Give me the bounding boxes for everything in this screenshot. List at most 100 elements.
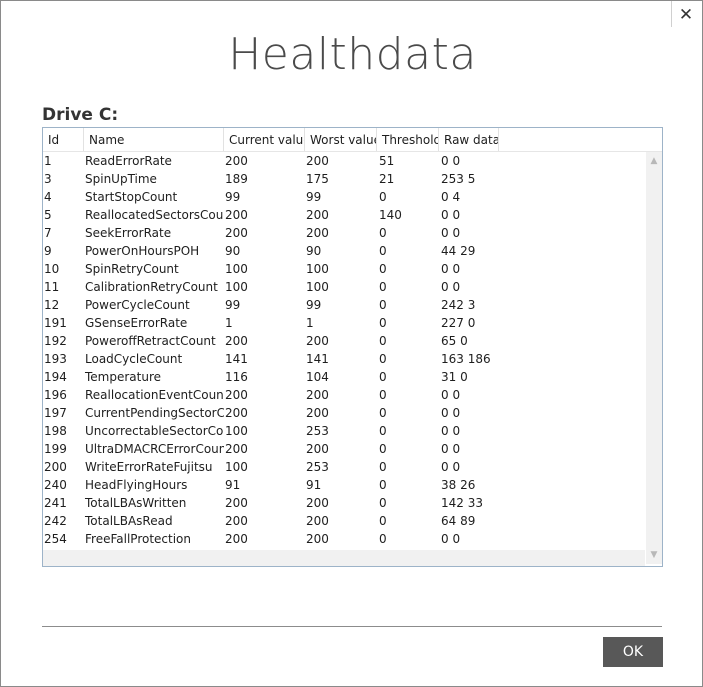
cell-threshold: 0 <box>379 352 387 366</box>
table-row[interactable]: 200 WriteErrorRateFujitsu 100 253 0 0 0 <box>43 458 645 476</box>
cell-id: 7 <box>44 226 52 240</box>
table-row[interactable]: 254 FreeFallProtection 200 200 0 0 0 <box>43 530 645 548</box>
cell-name: LoadCycleCount <box>85 352 183 366</box>
table-row[interactable]: 4 StartStopCount 99 99 0 0 4 <box>43 188 645 206</box>
cell-threshold: 0 <box>379 424 387 438</box>
cell-id: 240 <box>44 478 67 492</box>
table-row[interactable]: 196 ReallocationEventCount 200 200 0 0 0 <box>43 386 645 404</box>
cell-threshold: 0 <box>379 532 387 546</box>
cell-current-value: 200 <box>225 496 248 510</box>
cell-worst-value: 175 <box>306 172 329 186</box>
cell-threshold: 0 <box>379 514 387 528</box>
cell-current-value: 100 <box>225 262 248 276</box>
cell-worst-value: 99 <box>306 298 322 312</box>
cell-name: HeadFlyingHours <box>85 478 188 492</box>
cell-name: UltraDMACRCErrorCount <box>85 442 224 456</box>
column-header-raw-data[interactable]: Raw data <box>439 128 499 151</box>
cell-raw-data: 65 0 <box>441 334 468 348</box>
cell-name: SpinRetryCount <box>85 262 179 276</box>
column-header-name[interactable]: Name <box>84 128 224 151</box>
cell-threshold: 51 <box>379 154 395 168</box>
smart-data-grid[interactable]: Id Name Current value Worst value Thresh… <box>42 127 663 567</box>
close-icon[interactable]: ✕ <box>676 5 696 25</box>
cell-id: 241 <box>44 496 67 510</box>
cell-name: WriteErrorRateFujitsu <box>85 460 213 474</box>
cell-current-value: 200 <box>225 208 248 222</box>
cell-current-value: 99 <box>225 190 241 204</box>
table-row[interactable]: 5 ReallocatedSectorsCount 200 200 140 0 0 <box>43 206 645 224</box>
table-row[interactable]: 241 TotalLBAsWritten 200 200 0 142 33 <box>43 494 645 512</box>
cell-name: FreeFallProtection <box>85 532 191 546</box>
cell-id: 191 <box>44 316 67 330</box>
cell-raw-data: 31 0 <box>441 370 468 384</box>
table-row[interactable]: 3 SpinUpTime 189 175 21 253 5 <box>43 170 645 188</box>
table-row[interactable]: 199 UltraDMACRCErrorCount 200 200 0 0 0 <box>43 440 645 458</box>
cell-current-value: 200 <box>225 532 248 546</box>
cell-name: SeekErrorRate <box>85 226 172 240</box>
table-row[interactable]: 193 LoadCycleCount 141 141 0 163 186 <box>43 350 645 368</box>
cell-threshold: 140 <box>379 208 402 222</box>
page-title: Healthdata <box>228 29 477 80</box>
table-row[interactable]: 198 UncorrectableSectorCount100 253 0 0 0 <box>43 422 645 440</box>
title-separator <box>671 1 672 27</box>
column-header-id[interactable]: Id <box>43 128 84 151</box>
cell-worst-value: 90 <box>306 244 322 258</box>
column-header-current-value[interactable]: Current value <box>224 128 305 151</box>
table-row[interactable]: 191 GSenseErrorRate 1 1 0 227 0 <box>43 314 645 332</box>
table-row[interactable]: 240 HeadFlyingHours 91 91 0 38 26 <box>43 476 645 494</box>
cell-worst-value: 200 <box>306 208 329 222</box>
cell-worst-value: 200 <box>306 388 329 402</box>
cell-worst-value: 200 <box>306 226 329 240</box>
table-row[interactable]: 7 SeekErrorRate 200 200 0 0 0 <box>43 224 645 242</box>
cell-worst-value: 200 <box>306 406 329 420</box>
cell-raw-data: 163 186 <box>441 352 491 366</box>
column-header-worst-value[interactable]: Worst value <box>305 128 377 151</box>
cell-threshold: 0 <box>379 226 387 240</box>
table-row[interactable]: 1 ReadErrorRate 200 200 51 0 0 <box>43 152 645 170</box>
horizontal-scrollbar[interactable] <box>43 550 645 566</box>
scroll-down-icon[interactable]: ▼ <box>646 548 662 562</box>
cell-raw-data: 38 26 <box>441 478 476 492</box>
cell-raw-data: 142 33 <box>441 496 483 510</box>
table-row[interactable]: 10 SpinRetryCount 100 100 0 0 0 <box>43 260 645 278</box>
cell-raw-data: 0 0 <box>441 406 461 420</box>
cell-threshold: 0 <box>379 334 387 348</box>
cell-id: 194 <box>44 370 67 384</box>
cell-name: StartStopCount <box>85 190 178 204</box>
table-row[interactable]: 242 TotalLBAsRead 200 200 0 64 89 <box>43 512 645 530</box>
table-row[interactable]: 197CurrentPendingSectorCou20020000 0 <box>43 404 645 422</box>
cell-name: UncorrectableSectorCount <box>85 424 224 438</box>
cell-id: 242 <box>44 514 67 528</box>
cell-raw-data: 0 0 <box>441 424 461 438</box>
cell-worst-value: 200 <box>306 514 329 528</box>
table-row[interactable]: 11 CalibrationRetryCount 100 100 0 0 0 <box>43 278 645 296</box>
cell-worst-value: 1 <box>306 316 314 330</box>
cell-worst-value: 253 <box>306 424 329 438</box>
cell-name: TotalLBAsRead <box>85 514 173 528</box>
scroll-up-icon[interactable]: ▲ <box>646 154 662 168</box>
cell-name: GSenseErrorRate <box>85 316 188 330</box>
grid-header: Id Name Current value Worst value Thresh… <box>43 128 662 152</box>
cell-id: 4 <box>44 190 52 204</box>
cell-threshold: 0 <box>379 460 387 474</box>
cell-id: 200 <box>44 460 67 474</box>
ok-button[interactable]: OK <box>603 637 663 667</box>
cell-worst-value: 104 <box>306 370 329 384</box>
column-header-threshold[interactable]: Threshold <box>377 128 439 151</box>
cell-name: CalibrationRetryCount <box>85 280 218 294</box>
vertical-scrollbar[interactable]: ▲ ▼ <box>646 152 662 564</box>
cell-name: CurrentPendingSectorCou <box>85 406 224 420</box>
cell-raw-data: 242 3 <box>441 298 476 312</box>
healthdata-dialog: ✕ Healthdata Drive C: Id Name Current va… <box>0 0 703 687</box>
cell-current-value: 200 <box>225 154 248 168</box>
table-row[interactable]: 192 PoweroffRetractCount 200 200 0 65 0 <box>43 332 645 350</box>
cell-threshold: 0 <box>379 442 387 456</box>
cell-id: 254 <box>44 532 67 546</box>
table-row[interactable]: 12 PowerCycleCount 99 99 0 242 3 <box>43 296 645 314</box>
table-row[interactable]: 194 Temperature 116 104 0 31 0 <box>43 368 645 386</box>
cell-current-value: 200 <box>225 226 248 240</box>
cell-id: 198 <box>44 424 67 438</box>
cell-worst-value: 200 <box>306 334 329 348</box>
table-row[interactable]: 9 PowerOnHoursPOH 90 90 0 44 29 <box>43 242 645 260</box>
cell-raw-data: 0 0 <box>441 208 461 222</box>
